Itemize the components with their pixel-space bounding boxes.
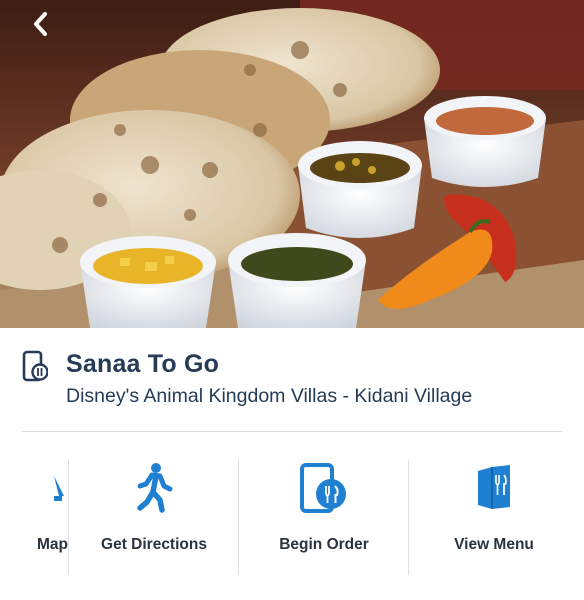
map-label: Map <box>37 536 68 553</box>
get-directions-label: Get Directions <box>101 536 207 553</box>
map-button[interactable]: Map <box>0 460 68 575</box>
mobile-dining-icon <box>22 350 48 382</box>
view-menu-label: View Menu <box>454 536 534 553</box>
mobile-order-icon <box>300 463 346 513</box>
get-directions-button[interactable]: Get Directions <box>70 460 238 575</box>
view-menu-button[interactable]: View Menu <box>410 460 578 575</box>
begin-order-button[interactable]: Begin Order <box>240 460 408 575</box>
location-title: Sanaa To Go <box>66 350 220 378</box>
location-subtitle: Disney's Animal Kingdom Villas - Kidani … <box>66 385 473 407</box>
begin-order-label: Begin Order <box>279 536 369 553</box>
chevron-left-icon <box>34 12 47 36</box>
hero-food-photo <box>0 0 584 328</box>
action-bar: Map Get Directions Begin Order View Menu <box>0 432 584 600</box>
separator <box>408 460 409 575</box>
walking-person-icon <box>137 463 173 513</box>
food-illustration <box>0 0 584 328</box>
location-info: Sanaa To Go Disney's Animal Kingdom Vill… <box>0 328 584 432</box>
back-button[interactable] <box>22 6 58 42</box>
separator <box>68 460 69 575</box>
separator <box>238 460 239 575</box>
menu-book-icon <box>478 465 510 509</box>
map-icon <box>54 476 64 501</box>
